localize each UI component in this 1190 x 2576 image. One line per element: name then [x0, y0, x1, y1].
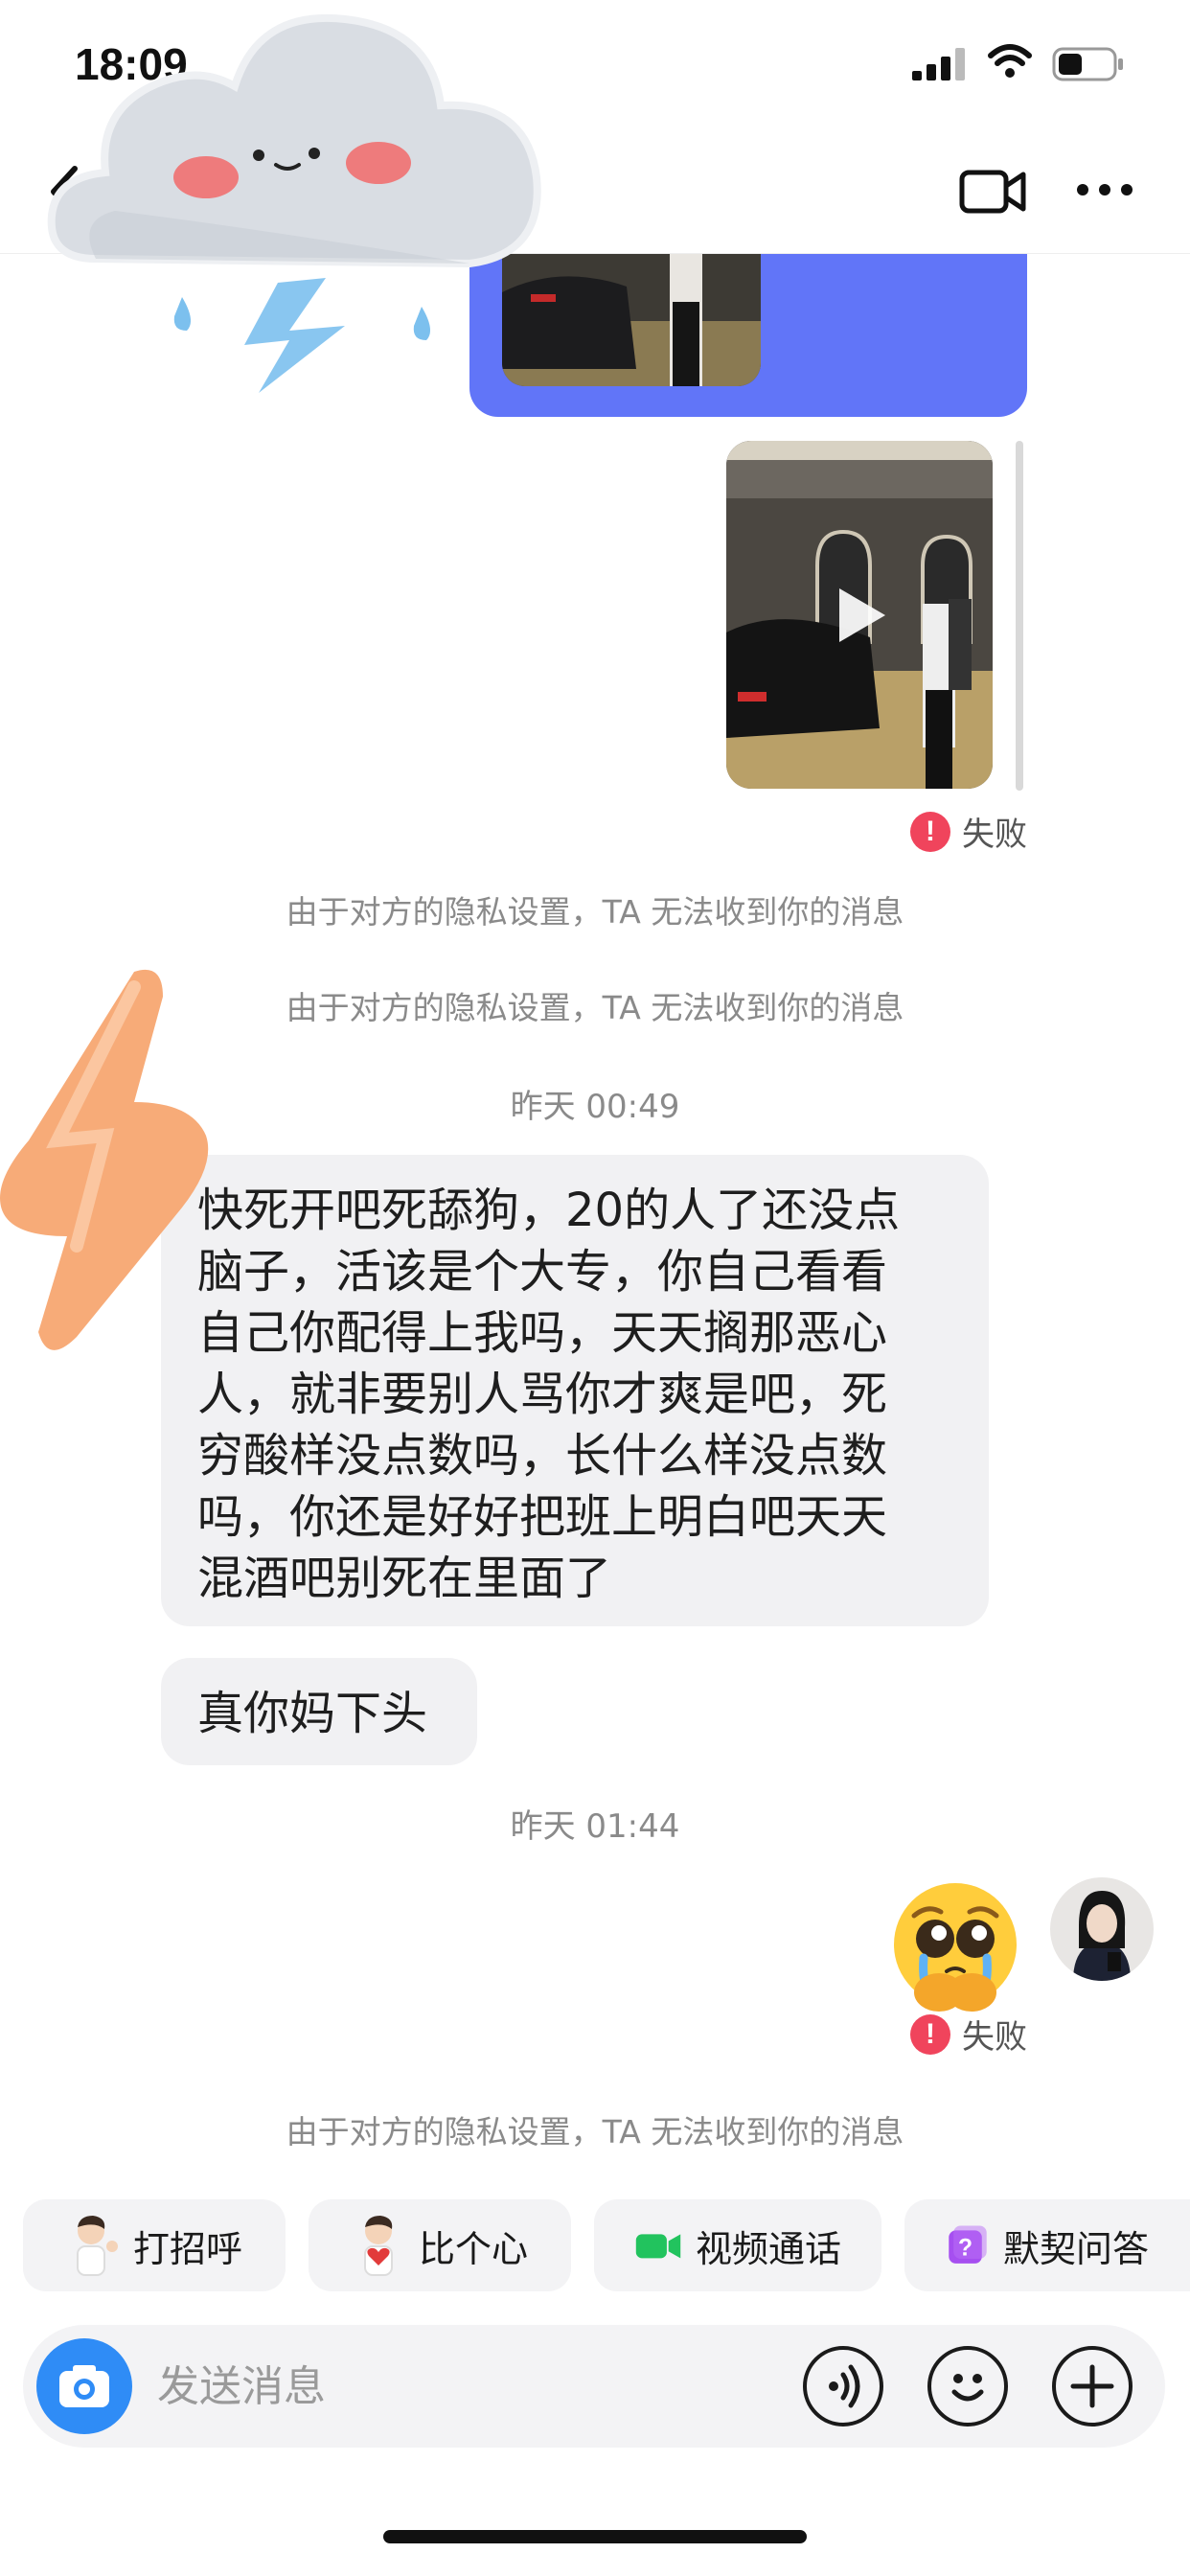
video-call-icon — [635, 2234, 681, 2259]
message-line: 吗，你还是好好把班上明白吧天天 — [197, 1490, 888, 1544]
fail-label: 失败 — [962, 2018, 1027, 2057]
quick-actions: 打招呼 比个心 视频通话 ? 默契问答 — [0, 2199, 1190, 2291]
emoji-button[interactable] — [927, 2346, 1008, 2426]
message-input[interactable] — [157, 2348, 770, 2425]
quick-action-label: 视频通话 — [695, 2227, 841, 2270]
message-line: 穷酸样没点数吗，长什么样没点数 — [197, 1429, 888, 1483]
timestamp: 昨天 01:44 — [510, 1807, 680, 1846]
more-dots-icon[interactable] — [1075, 180, 1134, 199]
pleading-face-emoji[interactable] — [885, 1877, 1025, 2017]
scrollbar[interactable] — [1016, 441, 1023, 791]
error-icon: ! — [910, 811, 950, 852]
avatar[interactable] — [1050, 1877, 1154, 1981]
camera-button[interactable] — [36, 2338, 132, 2434]
play-icon[interactable] — [832, 585, 889, 646]
svg-text:?: ? — [958, 2236, 973, 2262]
cellular-signal-icon — [912, 48, 965, 80]
smiley-icon — [951, 2374, 984, 2402]
voice-wave-icon — [829, 2364, 860, 2408]
quick-action-label: 比个心 — [418, 2227, 528, 2270]
voice-button[interactable] — [803, 2346, 883, 2426]
privacy-notice: 由于对方的隐私设置，TA 无法收到你的消息 — [286, 2113, 904, 2150]
privacy-notice: 由于对方的隐私设置，TA 无法收到你的消息 — [286, 893, 904, 931]
question-icon: ? — [949, 2225, 987, 2264]
wifi-icon — [988, 44, 1032, 78]
message-input-bar — [23, 2325, 1165, 2448]
message-line: 自己你配得上我吗，天天搁那恶心 — [197, 1306, 888, 1360]
message-line: 快死开吧死舔狗，20的人了还没点 — [197, 1184, 901, 1237]
quick-action-heart[interactable]: 比个心 — [309, 2199, 571, 2291]
message-line: 脑子，活该是个大专，你自己看看 — [197, 1245, 888, 1299]
quick-action-quiz[interactable]: ? 默契问答 — [904, 2199, 1190, 2291]
home-indicator[interactable] — [383, 2530, 807, 2543]
camera-icon — [59, 2365, 109, 2407]
lightning-sticker-icon — [0, 969, 209, 1350]
quick-action-label: 打招呼 — [132, 2227, 242, 2270]
received-message[interactable]: 真你妈下头 — [161, 1658, 477, 1765]
battery-icon — [1052, 47, 1123, 81]
video-camera-icon[interactable] — [958, 165, 1027, 218]
message-line: 混酒吧别死在里面了 — [197, 1552, 612, 1605]
quick-action-greet[interactable]: 打招呼 — [23, 2199, 286, 2291]
send-failed-status[interactable]: ! 失败 — [910, 2011, 1027, 2058]
waving-person-icon — [76, 2216, 118, 2276]
quick-action-video-call[interactable]: 视频通话 — [594, 2199, 881, 2291]
received-message[interactable]: 快死开吧死舔狗，20的人了还没点 脑子，活该是个大专，你自己看看 自己你配得上我… — [161, 1155, 989, 1626]
quick-action-label: 默契问答 — [1002, 2227, 1149, 2270]
video-message[interactable] — [726, 441, 993, 789]
message-line: 人，就非要别人骂你才爽是吧，死 — [197, 1368, 888, 1421]
error-icon: ! — [910, 2013, 950, 2055]
message-line: 真你妈下头 — [197, 1687, 428, 1740]
plus-icon — [1070, 2364, 1114, 2408]
plus-button[interactable] — [1052, 2346, 1133, 2426]
cloud-sticker-icon — [47, 13, 541, 393]
send-failed-status[interactable]: ! 失败 — [910, 808, 1027, 855]
fail-label: 失败 — [962, 816, 1027, 854]
heart-person-icon — [363, 2216, 393, 2276]
